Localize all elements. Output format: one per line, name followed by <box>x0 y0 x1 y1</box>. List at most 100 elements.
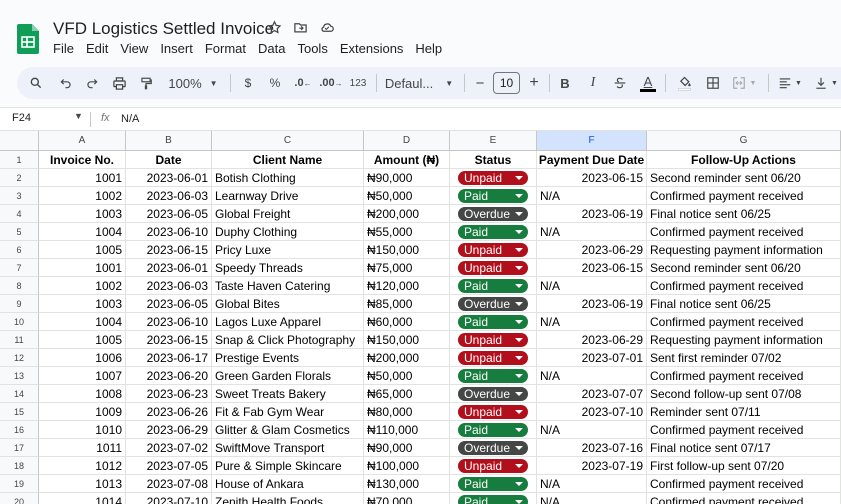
increase-font-size-button[interactable]: + <box>527 67 541 99</box>
status-cell[interactable]: Unpaid <box>450 331 537 349</box>
status-chip[interactable]: Overdue <box>458 206 528 221</box>
due-date-cell[interactable]: N/A <box>537 367 647 385</box>
status-chip[interactable]: Overdue <box>458 440 528 455</box>
status-chip[interactable]: Overdue <box>458 296 528 311</box>
status-chip[interactable]: Paid <box>458 278 528 293</box>
row-header[interactable]: 10 <box>0 313 39 331</box>
date-cell[interactable]: 2023-06-15 <box>126 241 212 259</box>
column-header-e[interactable]: E <box>450 131 537 151</box>
column-header-b[interactable]: B <box>126 131 212 151</box>
menu-help[interactable]: Help <box>415 41 442 56</box>
client-name-cell[interactable]: Duphy Clothing <box>212 223 364 241</box>
due-date-cell[interactable]: N/A <box>537 277 647 295</box>
follow-up-cell[interactable]: Confirmed payment received <box>647 277 841 295</box>
due-date-cell[interactable]: 2023-07-01 <box>537 349 647 367</box>
invoice-number-cell[interactable]: 1003 <box>39 295 126 313</box>
date-cell[interactable]: 2023-06-05 <box>126 295 212 313</box>
row-header[interactable]: 19 <box>0 475 39 493</box>
status-chip[interactable]: Paid <box>458 494 528 504</box>
invoice-number-cell[interactable]: 1013 <box>39 475 126 493</box>
menu-data[interactable]: Data <box>258 41 285 56</box>
menu-edit[interactable]: Edit <box>86 41 108 56</box>
follow-up-cell[interactable]: Confirmed payment received <box>647 421 841 439</box>
column-title-cell[interactable]: Status <box>450 151 537 169</box>
amount-cell[interactable]: ₦200,000 <box>364 205 450 223</box>
status-cell[interactable]: Paid <box>450 223 537 241</box>
due-date-cell[interactable]: N/A <box>537 223 647 241</box>
date-cell[interactable]: 2023-06-01 <box>126 169 212 187</box>
row-header[interactable]: 18 <box>0 457 39 475</box>
status-cell[interactable]: Paid <box>450 421 537 439</box>
merge-cells-icon[interactable]: ▼ <box>729 67 759 99</box>
column-header-f[interactable]: F <box>537 131 647 151</box>
due-date-cell[interactable]: N/A <box>537 421 647 439</box>
status-chip[interactable]: Unpaid <box>458 260 528 275</box>
invoice-number-cell[interactable]: 1009 <box>39 403 126 421</box>
italic-button[interactable]: I <box>586 67 600 99</box>
status-chip[interactable]: Paid <box>458 422 528 437</box>
row-header[interactable]: 7 <box>0 259 39 277</box>
date-cell[interactable]: 2023-07-08 <box>126 475 212 493</box>
date-cell[interactable]: 2023-06-20 <box>126 367 212 385</box>
column-header-a[interactable]: A <box>39 131 126 151</box>
vertical-align-icon[interactable]: ▼ <box>813 67 839 99</box>
due-date-cell[interactable]: N/A <box>537 313 647 331</box>
status-cell[interactable]: Unpaid <box>450 259 537 277</box>
client-name-cell[interactable]: Botish Clothing <box>212 169 364 187</box>
date-cell[interactable]: 2023-06-03 <box>126 187 212 205</box>
amount-cell[interactable]: ₦130,000 <box>364 475 450 493</box>
due-date-cell[interactable]: 2023-06-19 <box>537 295 647 313</box>
column-title-cell[interactable]: Follow-Up Actions <box>647 151 841 169</box>
status-cell[interactable]: Unpaid <box>450 169 537 187</box>
amount-cell[interactable]: ₦70,000 <box>364 493 450 504</box>
column-title-cell[interactable]: Client Name <box>212 151 364 169</box>
column-title-cell[interactable]: Invoice No. <box>39 151 126 169</box>
bold-button[interactable]: B <box>558 67 572 99</box>
menu-insert[interactable]: Insert <box>160 41 193 56</box>
text-color-button[interactable]: A <box>639 67 657 99</box>
invoice-number-cell[interactable]: 1001 <box>39 169 126 187</box>
star-icon[interactable] <box>266 19 283 36</box>
sheets-logo-icon[interactable] <box>17 24 39 54</box>
amount-cell[interactable]: ₦50,000 <box>364 367 450 385</box>
client-name-cell[interactable]: Taste Haven Catering <box>212 277 364 295</box>
row-header[interactable]: 8 <box>0 277 39 295</box>
client-name-cell[interactable]: Global Bites <box>212 295 364 313</box>
status-cell[interactable]: Paid <box>450 367 537 385</box>
row-header[interactable]: 5 <box>0 223 39 241</box>
status-chip[interactable]: Unpaid <box>458 404 528 419</box>
follow-up-cell[interactable]: Second follow-up sent 07/08 <box>647 385 841 403</box>
due-date-cell[interactable]: 2023-06-15 <box>537 169 647 187</box>
row-header[interactable]: 14 <box>0 385 39 403</box>
row-header[interactable]: 1 <box>0 151 39 169</box>
menu-file[interactable]: File <box>53 41 74 56</box>
client-name-cell[interactable]: Snap & Click Photography <box>212 331 364 349</box>
menu-format[interactable]: Format <box>205 41 246 56</box>
status-chip[interactable]: Paid <box>458 224 528 239</box>
follow-up-cell[interactable]: First follow-up sent 07/20 <box>647 457 841 475</box>
amount-cell[interactable]: ₦50,000 <box>364 187 450 205</box>
status-chip[interactable]: Paid <box>458 314 528 329</box>
status-cell[interactable]: Unpaid <box>450 403 537 421</box>
column-title-cell[interactable]: Payment Due Date <box>537 151 647 169</box>
due-date-cell[interactable]: 2023-06-15 <box>537 259 647 277</box>
client-name-cell[interactable]: Fit & Fab Gym Wear <box>212 403 364 421</box>
status-cell[interactable]: Unpaid <box>450 349 537 367</box>
client-name-cell[interactable]: Pricy Luxe <box>212 241 364 259</box>
date-cell[interactable]: 2023-06-23 <box>126 385 212 403</box>
follow-up-cell[interactable]: Confirmed payment received <box>647 187 841 205</box>
due-date-cell[interactable]: 2023-07-07 <box>537 385 647 403</box>
amount-cell[interactable]: ₦110,000 <box>364 421 450 439</box>
status-chip[interactable]: Unpaid <box>458 242 528 257</box>
date-cell[interactable]: 2023-06-15 <box>126 331 212 349</box>
invoice-number-cell[interactable]: 1004 <box>39 223 126 241</box>
client-name-cell[interactable]: Learnway Drive <box>212 187 364 205</box>
number-format-button[interactable]: 123 <box>348 67 368 99</box>
row-header[interactable]: 12 <box>0 349 39 367</box>
status-cell[interactable]: Unpaid <box>450 241 537 259</box>
status-cell[interactable]: Paid <box>450 277 537 295</box>
amount-cell[interactable]: ₦90,000 <box>364 439 450 457</box>
follow-up-cell[interactable]: Sent first reminder 07/02 <box>647 349 841 367</box>
row-header[interactable]: 17 <box>0 439 39 457</box>
status-chip[interactable]: Paid <box>458 368 528 383</box>
